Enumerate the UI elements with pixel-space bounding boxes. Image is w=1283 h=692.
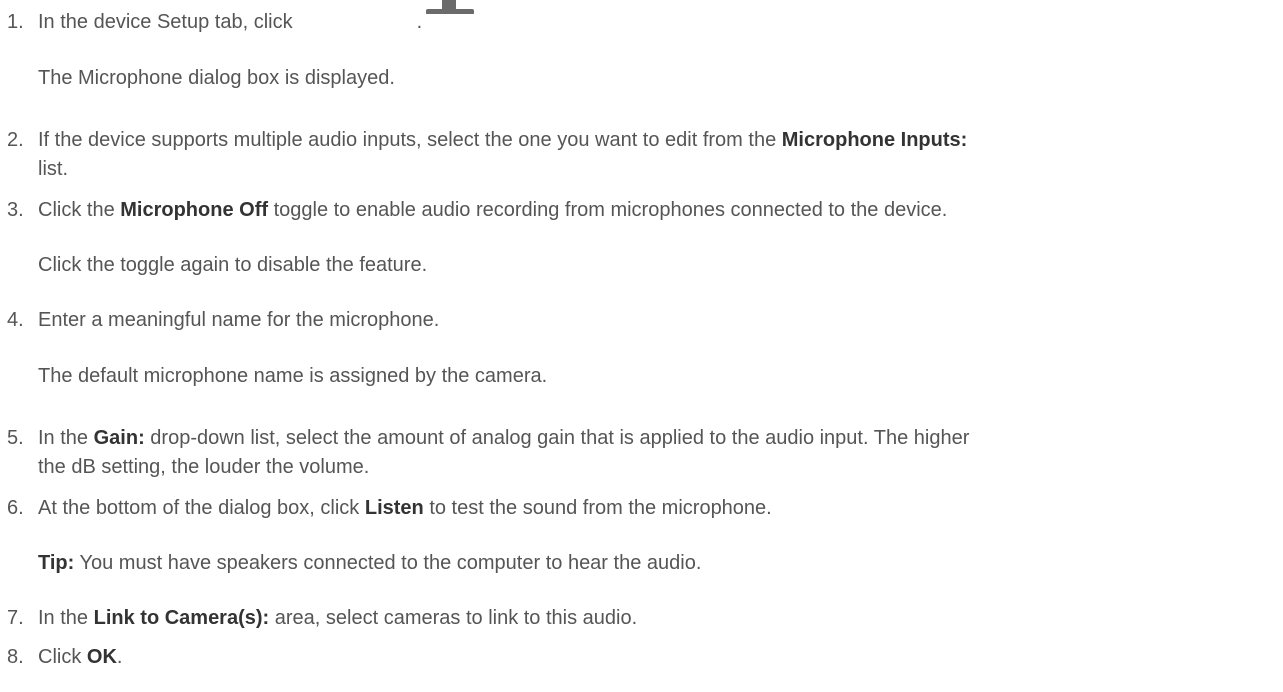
step-number: 4. [7, 309, 24, 331]
step-number: 6. [7, 497, 24, 519]
step-number: 5. [7, 427, 24, 449]
step-number: 2. [7, 129, 24, 151]
step-text: In the Link to Camera(s): area, select c… [38, 607, 638, 629]
step-number: 8. [7, 646, 24, 668]
tip-text: You must have speakers connected to the … [74, 552, 702, 574]
step-4-note: The default microphone name is assigned … [38, 365, 548, 387]
step-text: In the device Setup tab, click. [38, 11, 423, 33]
step-6-tip: Tip: You must have speakers connected to… [38, 549, 701, 578]
step-number: 7. [7, 607, 24, 629]
step-text: Click the Microphone Off toggle to enabl… [38, 199, 948, 221]
step-number: 1. [7, 11, 24, 33]
step-text: If the device supports multiple audio in… [38, 129, 968, 180]
step-1-note: The Microphone dialog box is displayed. [38, 67, 395, 89]
microphone-icon [422, 0, 482, 14]
tip-label: Tip: [38, 552, 75, 574]
step-text: At the bottom of the dialog box, click L… [38, 497, 772, 519]
step-text: Enter a meaningful name for the micropho… [38, 309, 440, 331]
step-text: Click OK. [38, 646, 123, 668]
step-3-note: Click the toggle again to disable the fe… [38, 254, 428, 276]
step-text: In the Gain: drop-down list, select the … [38, 427, 970, 478]
step-number: 3. [7, 199, 24, 221]
